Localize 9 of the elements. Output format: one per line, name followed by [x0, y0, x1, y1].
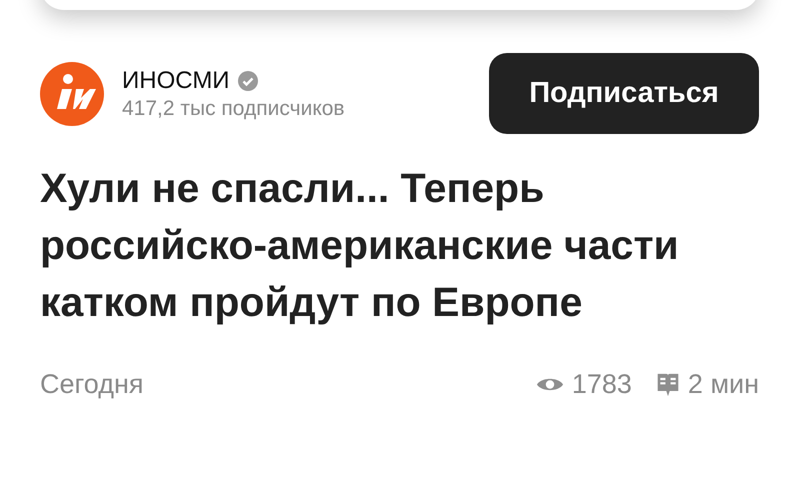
read-time: 2 мин [688, 369, 759, 400]
view-count: 1783 [572, 369, 632, 400]
channel-logo-icon [40, 62, 104, 126]
article-headline[interactable]: Хули не спасли... Теперь российско-американские части катком пройдут по Европе [40, 160, 760, 331]
subscribe-button[interactable]: Подписаться [489, 53, 759, 134]
publish-date: Сегодня [40, 369, 144, 400]
book-icon [656, 372, 680, 398]
subscriber-count: 417,2 тыс подписчиков [122, 96, 346, 120]
channel-name[interactable]: ИНОСМИ [122, 66, 230, 94]
